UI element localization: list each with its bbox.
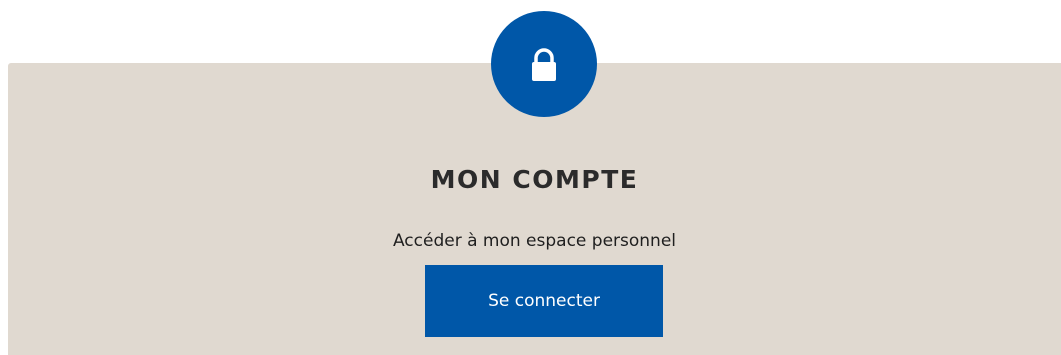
account-title: MON COMPTE — [430, 165, 639, 194]
lock-icon — [532, 48, 556, 81]
account-subtitle: Accéder à mon espace personnel — [392, 231, 677, 251]
lock-badge — [491, 11, 597, 117]
login-button[interactable]: Se connecter — [425, 265, 663, 337]
